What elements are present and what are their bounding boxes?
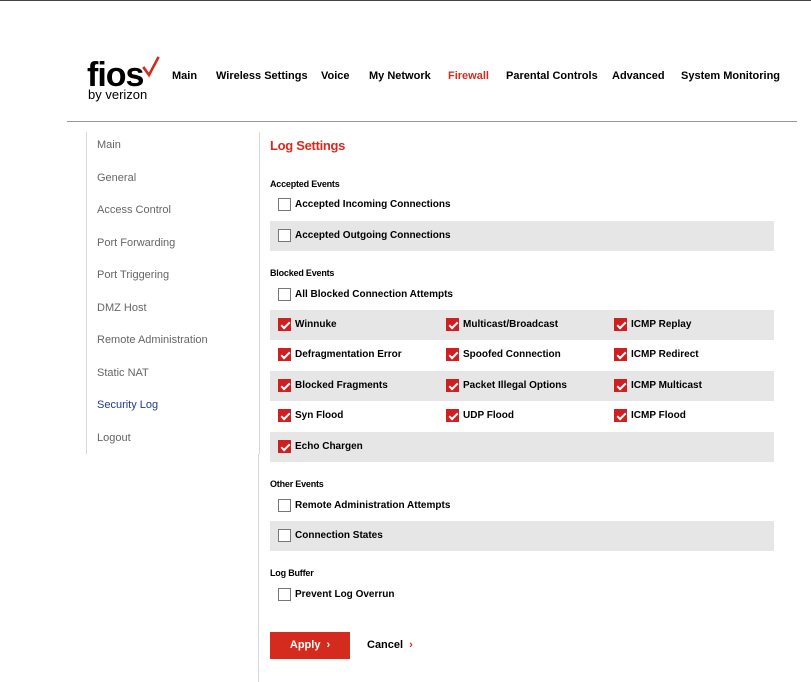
checkbox-row: Accepted Incoming Connections (270, 190, 774, 220)
icmp-redirect-label: ICMP Redirect (631, 349, 699, 360)
accepted-incoming-checkbox[interactable] (278, 198, 291, 211)
packet-illegal-options-label: Packet Illegal Options (463, 380, 567, 391)
header-divider (67, 121, 797, 122)
nav-firewall[interactable]: Firewall (448, 70, 489, 82)
spoofed-connection-checkbox[interactable] (446, 348, 459, 361)
cancel-link[interactable]: Cancel › (367, 639, 413, 651)
connection-states-checkbox[interactable] (278, 529, 291, 542)
checkbox-row: Remote Administration Attempts (270, 491, 774, 521)
icmp-redirect-checkbox[interactable] (614, 348, 627, 361)
checkbox-row: Prevent Log Overrun (270, 580, 774, 610)
icmp-multicast-checkbox[interactable] (614, 379, 627, 392)
sidebar-item-port-triggering[interactable]: Port Triggering (97, 269, 169, 281)
sidebar: Main General Access Control Port Forward… (86, 132, 260, 454)
icmp-multicast-label: ICMP Multicast (631, 380, 702, 391)
content-divider (258, 454, 259, 682)
sidebar-item-port-forwarding[interactable]: Port Forwarding (97, 237, 175, 249)
udp-flood-label: UDP Flood (463, 410, 514, 421)
checkbox-row: All Blocked Connection Attempts (270, 280, 774, 310)
section-heading-blocked: Blocked Events (270, 268, 335, 278)
sidebar-item-general[interactable]: General (97, 172, 136, 184)
nav-wireless-settings[interactable]: Wireless Settings (216, 70, 308, 82)
section-heading-log-buffer: Log Buffer (270, 568, 314, 578)
top-border (0, 0, 811, 1)
checkbox-row: Blocked Fragments Packet Illegal Options… (270, 371, 774, 401)
remote-admin-attempts-checkbox[interactable] (278, 499, 291, 512)
checkbox-row: Connection States (270, 521, 774, 551)
udp-flood-checkbox[interactable] (446, 409, 459, 422)
blocked-all-label: All Blocked Connection Attempts (295, 289, 453, 300)
sidebar-item-remote-administration[interactable]: Remote Administration (97, 334, 208, 346)
blocked-all-checkbox[interactable] (278, 288, 291, 301)
connection-states-label: Connection States (295, 530, 383, 541)
verizon-check-icon (142, 56, 160, 78)
multicast-broadcast-label: Multicast/Broadcast (463, 319, 559, 330)
checkbox-row: Syn Flood UDP Flood ICMP Flood (270, 401, 774, 431)
blocked-fragments-label: Blocked Fragments (295, 380, 388, 391)
remote-admin-attempts-label: Remote Administration Attempts (295, 500, 451, 511)
syn-flood-label: Syn Flood (295, 410, 344, 421)
echo-chargen-label: Echo Chargen (295, 441, 363, 452)
nav-system-monitoring[interactable]: System Monitoring (681, 70, 780, 82)
multicast-broadcast-checkbox[interactable] (446, 318, 459, 331)
section-heading-accepted: Accepted Events (270, 179, 340, 189)
icmp-flood-label: ICMP Flood (631, 410, 686, 421)
apply-button[interactable]: Apply › (270, 632, 350, 659)
syn-flood-checkbox[interactable] (278, 409, 291, 422)
checkbox-row: Echo Chargen (270, 432, 774, 462)
blocked-fragments-checkbox[interactable] (278, 379, 291, 392)
defrag-error-label: Defragmentation Error (295, 349, 402, 360)
chevron-right-icon: › (326, 639, 331, 651)
page-title: Log Settings (270, 138, 346, 153)
nav-advanced[interactable]: Advanced (612, 70, 665, 82)
icmp-flood-checkbox[interactable] (614, 409, 627, 422)
sidebar-item-dmz-host[interactable]: DMZ Host (97, 302, 147, 314)
winnuke-checkbox[interactable] (278, 318, 291, 331)
sidebar-item-logout[interactable]: Logout (97, 432, 131, 444)
apply-button-label: Apply (289, 639, 321, 651)
chevron-right-icon: › (409, 639, 413, 651)
nav-parental-controls[interactable]: Parental Controls (506, 70, 598, 82)
checkbox-row: Winnuke Multicast/Broadcast ICMP Replay (270, 310, 774, 340)
nav-my-network[interactable]: My Network (369, 70, 431, 82)
sidebar-item-main[interactable]: Main (97, 139, 121, 151)
prevent-log-overrun-checkbox[interactable] (278, 588, 291, 601)
spoofed-connection-label: Spoofed Connection (463, 349, 561, 360)
cancel-link-label: Cancel (367, 639, 404, 651)
nav-voice[interactable]: Voice (321, 70, 350, 82)
winnuke-label: Winnuke (295, 319, 337, 330)
prevent-log-overrun-label: Prevent Log Overrun (295, 589, 395, 600)
echo-chargen-checkbox[interactable] (278, 440, 291, 453)
logo-subtitle: by verizon (88, 87, 148, 102)
defrag-error-checkbox[interactable] (278, 348, 291, 361)
fios-logo[interactable]: fios by verizon (87, 56, 167, 104)
icmp-replay-checkbox[interactable] (614, 318, 627, 331)
checkbox-row: Defragmentation Error Spoofed Connection… (270, 340, 774, 370)
sidebar-item-static-nat[interactable]: Static NAT (97, 367, 149, 379)
sidebar-item-access-control[interactable]: Access Control (97, 204, 171, 216)
nav-main[interactable]: Main (172, 70, 197, 82)
packet-illegal-options-checkbox[interactable] (446, 379, 459, 392)
accepted-incoming-label: Accepted Incoming Connections (295, 199, 451, 210)
sidebar-item-security-log[interactable]: Security Log (97, 399, 158, 411)
accepted-outgoing-checkbox[interactable] (278, 229, 291, 242)
accepted-outgoing-label: Accepted Outgoing Connections (295, 230, 451, 241)
checkbox-row: Accepted Outgoing Connections (270, 221, 774, 251)
icmp-replay-label: ICMP Replay (631, 319, 692, 330)
section-heading-other: Other Events (270, 479, 324, 489)
